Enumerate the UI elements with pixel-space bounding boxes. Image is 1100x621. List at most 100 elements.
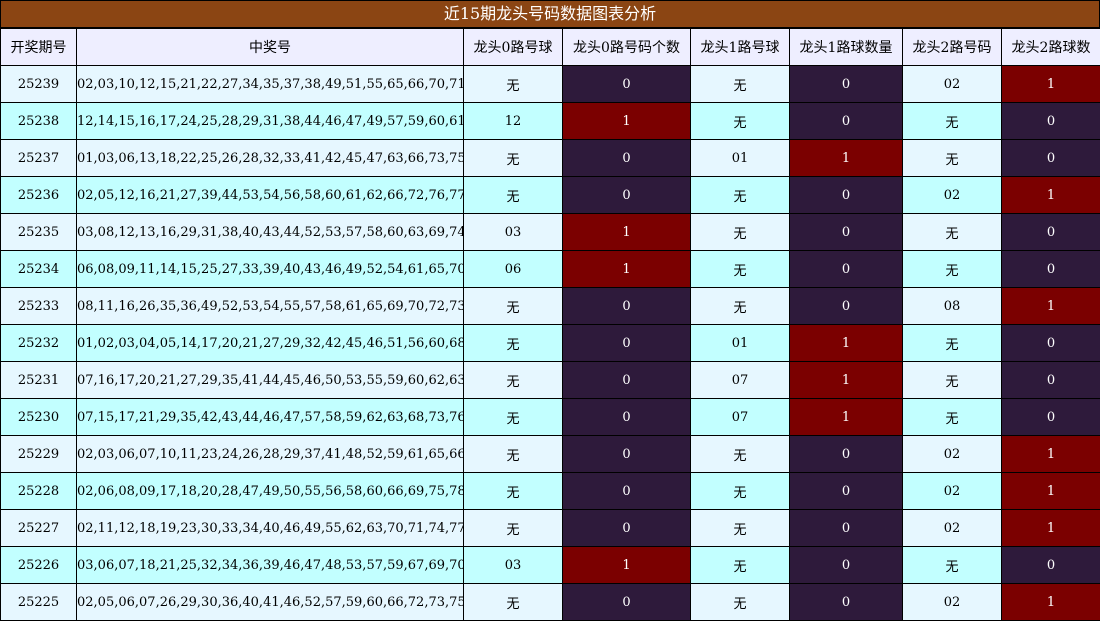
period-cell: 25229: [1, 436, 77, 473]
route1-ball-cell: 无: [691, 288, 790, 325]
route0-ball-cell: 无: [464, 288, 563, 325]
table-row: 2523406,08,09,11,14,15,25,27,33,39,40,43…: [1, 251, 1100, 288]
period-cell: 25230: [1, 399, 77, 436]
route0-count-cell: 0: [563, 288, 691, 325]
route0-count-cell: 0: [563, 473, 691, 510]
table-row: 2523007,15,17,21,29,35,42,43,44,46,47,57…: [1, 399, 1100, 436]
table-row: 2523602,05,12,16,21,27,39,44,53,54,56,58…: [1, 177, 1100, 214]
route2-count-cell: 0: [1002, 399, 1100, 436]
route2-count-cell: 0: [1002, 251, 1100, 288]
table-row: 2522603,06,07,18,21,25,32,34,36,39,46,47…: [1, 547, 1100, 584]
winning-numbers-cell: 01,03,06,13,18,22,25,26,28,32,33,41,42,4…: [77, 140, 464, 177]
route1-ball-cell: 07: [691, 362, 790, 399]
route1-ball-cell: 无: [691, 436, 790, 473]
period-cell: 25227: [1, 510, 77, 547]
route1-ball-cell: 无: [691, 103, 790, 140]
period-cell: 25236: [1, 177, 77, 214]
route1-count-cell: 1: [790, 140, 903, 177]
winning-numbers-cell: 08,11,16,26,35,36,49,52,53,54,55,57,58,6…: [77, 288, 464, 325]
route2-ball-cell: 无: [903, 325, 1002, 362]
route0-ball-cell: 无: [464, 66, 563, 103]
route1-ball-cell: 无: [691, 510, 790, 547]
route1-ball-cell: 无: [691, 66, 790, 103]
route0-count-cell: 0: [563, 362, 691, 399]
period-cell: 25226: [1, 547, 77, 584]
route1-count-cell: 1: [790, 362, 903, 399]
table-row: 2523812,14,15,16,17,24,25,28,29,31,38,44…: [1, 103, 1100, 140]
winning-numbers-cell: 03,06,07,18,21,25,32,34,36,39,46,47,48,5…: [77, 547, 464, 584]
route1-ball-cell: 无: [691, 584, 790, 621]
header-route0-count: 龙头0路号码个数: [563, 29, 691, 66]
winning-numbers-cell: 02,03,10,12,15,21,22,27,34,35,37,38,49,5…: [77, 66, 464, 103]
route0-ball-cell: 06: [464, 251, 563, 288]
route0-count-cell: 0: [563, 66, 691, 103]
route0-count-cell: 0: [563, 325, 691, 362]
table-row: 2522802,06,08,09,17,18,20,28,47,49,50,55…: [1, 473, 1100, 510]
route2-ball-cell: 02: [903, 177, 1002, 214]
header-period: 开奖期号: [1, 29, 77, 66]
winning-numbers-cell: 02,11,12,18,19,23,30,33,34,40,46,49,55,6…: [77, 510, 464, 547]
route1-count-cell: 0: [790, 288, 903, 325]
table-body: 2523902,03,10,12,15,21,22,27,34,35,37,38…: [1, 66, 1100, 621]
route0-count-cell: 1: [563, 547, 691, 584]
table-title: 近15期龙头号码数据图表分析: [0, 0, 1100, 28]
route2-ball-cell: 无: [903, 251, 1002, 288]
route0-ball-cell: 无: [464, 436, 563, 473]
header-route2-ball: 龙头2路号码: [903, 29, 1002, 66]
route1-ball-cell: 07: [691, 399, 790, 436]
route2-count-cell: 0: [1002, 325, 1100, 362]
winning-numbers-cell: 01,02,03,04,05,14,17,20,21,27,29,32,42,4…: [77, 325, 464, 362]
period-cell: 25232: [1, 325, 77, 362]
period-cell: 25238: [1, 103, 77, 140]
route2-ball-cell: 无: [903, 399, 1002, 436]
period-cell: 25231: [1, 362, 77, 399]
route1-count-cell: 1: [790, 399, 903, 436]
route0-ball-cell: 无: [464, 399, 563, 436]
table-row: 2523308,11,16,26,35,36,49,52,53,54,55,57…: [1, 288, 1100, 325]
route2-ball-cell: 02: [903, 66, 1002, 103]
route1-ball-cell: 01: [691, 140, 790, 177]
header-route1-count: 龙头1路球数量: [790, 29, 903, 66]
route0-count-cell: 0: [563, 436, 691, 473]
route2-count-cell: 1: [1002, 510, 1100, 547]
route1-count-cell: 0: [790, 436, 903, 473]
route0-count-cell: 0: [563, 140, 691, 177]
table-row: 2522702,11,12,18,19,23,30,33,34,40,46,49…: [1, 510, 1100, 547]
table-row: 2523107,16,17,20,21,27,29,35,41,44,45,46…: [1, 362, 1100, 399]
period-cell: 25237: [1, 140, 77, 177]
route0-count-cell: 0: [563, 584, 691, 621]
route0-ball-cell: 无: [464, 325, 563, 362]
route0-count-cell: 1: [563, 103, 691, 140]
route2-ball-cell: 02: [903, 510, 1002, 547]
header-route0-ball: 龙头0路号球: [464, 29, 563, 66]
route2-ball-cell: 无: [903, 214, 1002, 251]
period-cell: 25233: [1, 288, 77, 325]
route2-count-cell: 0: [1002, 362, 1100, 399]
route1-ball-cell: 无: [691, 251, 790, 288]
route2-ball-cell: 02: [903, 436, 1002, 473]
route1-count-cell: 0: [790, 177, 903, 214]
route2-count-cell: 1: [1002, 473, 1100, 510]
winning-numbers-cell: 02,05,12,16,21,27,39,44,53,54,56,58,60,6…: [77, 177, 464, 214]
route0-count-cell: 1: [563, 214, 691, 251]
table-row: 2522502,05,06,07,26,29,30,36,40,41,46,52…: [1, 584, 1100, 621]
route0-ball-cell: 无: [464, 510, 563, 547]
route0-ball-cell: 无: [464, 177, 563, 214]
route1-count-cell: 0: [790, 251, 903, 288]
winning-numbers-cell: 06,08,09,11,14,15,25,27,33,39,40,43,46,4…: [77, 251, 464, 288]
winning-numbers-cell: 07,16,17,20,21,27,29,35,41,44,45,46,50,5…: [77, 362, 464, 399]
route2-count-cell: 1: [1002, 436, 1100, 473]
route1-count-cell: 0: [790, 584, 903, 621]
route1-count-cell: 0: [790, 214, 903, 251]
route0-ball-cell: 12: [464, 103, 563, 140]
route0-ball-cell: 03: [464, 547, 563, 584]
route2-count-cell: 0: [1002, 547, 1100, 584]
header-route2-count: 龙头2路球数: [1002, 29, 1100, 66]
route2-count-cell: 0: [1002, 103, 1100, 140]
route0-ball-cell: 无: [464, 473, 563, 510]
route2-ball-cell: 无: [903, 547, 1002, 584]
table-row: 2523201,02,03,04,05,14,17,20,21,27,29,32…: [1, 325, 1100, 362]
route2-count-cell: 0: [1002, 140, 1100, 177]
route0-count-cell: 1: [563, 251, 691, 288]
route1-count-cell: 1: [790, 325, 903, 362]
